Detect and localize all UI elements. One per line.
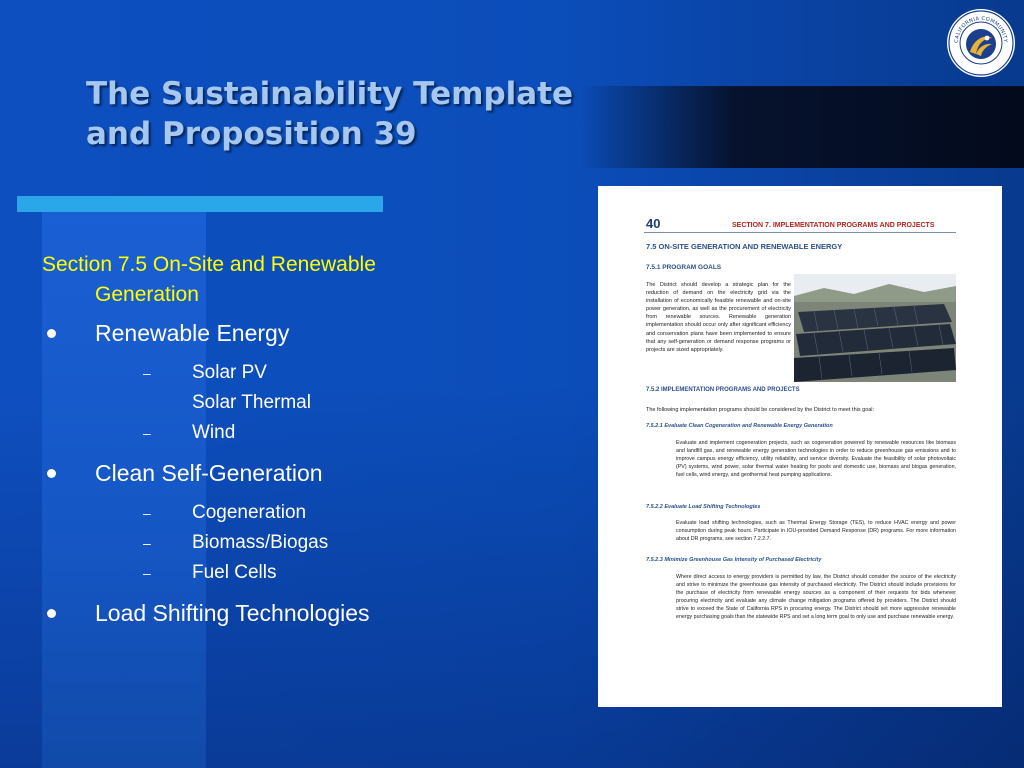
- slide-content: Section 7.5 On-Site and Renewable Genera…: [42, 250, 562, 628]
- dash-icon: –: [143, 535, 151, 551]
- sub-bullet-list: – Solar PV Solar Thermal – Wind: [95, 358, 562, 448]
- sub-bullet-item: – Biomass/Biogas: [95, 528, 562, 558]
- doc-page-number: 40: [646, 216, 661, 231]
- section-heading-line-1: Section 7.5 On-Site and Renewable: [42, 253, 376, 276]
- doc-heading-7-5: 7.5 ON-SITE GENERATION AND RENEWABLE ENE…: [646, 242, 843, 251]
- doc-section-header: SECTION 7. IMPLEMENTATION PROGRAMS AND P…: [732, 222, 935, 229]
- bullet-dot-icon: [47, 609, 56, 618]
- bullet-dot-icon: [47, 329, 56, 338]
- doc-subsection-text: Evaluate and implement cogeneration proj…: [676, 440, 956, 478]
- slide-title-line-1: The Sustainability Template: [86, 76, 574, 112]
- sub-bullet-item: – Cogeneration: [95, 498, 562, 528]
- doc-intro-text: The following implementation programs sh…: [646, 407, 875, 413]
- bullet-dot-icon: [47, 469, 56, 478]
- doc-heading-7-5-1: 7.5.1 PROGRAM GOALS: [646, 264, 722, 271]
- dash-icon: –: [143, 365, 151, 381]
- solar-panels-photo: [794, 274, 956, 382]
- bullet-label: Load Shifting Technologies: [95, 600, 370, 626]
- slide-title: The Sustainability Template and Proposit…: [86, 74, 573, 154]
- doc-subsection-text: Where direct access to energy providers …: [676, 574, 956, 620]
- dash-icon: –: [143, 425, 151, 441]
- bullet-label: Clean Self-Generation: [95, 460, 323, 486]
- sub-bullet-item: Solar Thermal: [95, 388, 562, 418]
- sub-bullet-item: – Wind: [95, 418, 562, 448]
- sub-bullet-label: Cogeneration: [192, 502, 307, 523]
- doc-subheading: 7.5.2.3 Minimize Greenhouse Gas Intensit…: [646, 557, 822, 563]
- sub-bullet-label: Solar PV: [192, 362, 267, 383]
- sub-bullet-label: Wind: [192, 422, 236, 443]
- dash-icon: –: [143, 505, 151, 521]
- california-community-colleges-seal-icon: CALIFORNIA COMMUNITY COLLEGES: [944, 4, 1016, 78]
- doc-header-rule: [644, 232, 956, 233]
- bullet-item: Load Shifting Technologies: [42, 598, 562, 628]
- bullet-label: Renewable Energy: [95, 320, 290, 346]
- sub-bullet-list: – Cogeneration – Biomass/Biogas – Fuel Cell…: [95, 498, 562, 588]
- doc-goals-paragraph: The District should develop a strategic …: [646, 282, 791, 353]
- bullet-item: Clean Self-Generation – Cogeneration – Bio…: [42, 458, 562, 588]
- sub-bullet-label: Fuel Cells: [192, 562, 277, 583]
- section-heading-line-2: Generation: [95, 283, 199, 306]
- section-heading: Section 7.5 On-Site and Renewable Genera…: [42, 250, 562, 310]
- sub-bullet-label: Biomass/Biogas: [192, 532, 329, 553]
- sub-bullet-label: Solar Thermal: [192, 392, 311, 413]
- title-underline-bar: [17, 196, 383, 212]
- sub-bullet-item: – Fuel Cells: [95, 558, 562, 588]
- doc-subheading: 7.5.2.1 Evaluate Clean Cogeneration and …: [646, 423, 833, 429]
- bullet-item: Renewable Energy – Solar PV Solar Thermal…: [42, 318, 562, 448]
- slide-title-line-2: and Proposition 39: [86, 116, 417, 152]
- title-dark-band: [580, 86, 1024, 168]
- doc-subheading: 7.5.2.2 Evaluate Load Shifting Technolog…: [646, 504, 761, 510]
- sub-bullet-item: – Solar PV: [95, 358, 562, 388]
- dash-icon: –: [143, 565, 151, 581]
- doc-heading-7-5-2: 7.5.2 IMPLEMENTATION PROGRAMS AND PROJEC…: [646, 387, 800, 393]
- doc-subsection-text: Evaluate load shifting technologies, suc…: [676, 520, 956, 542]
- bullet-list: Renewable Energy – Solar PV Solar Thermal…: [42, 318, 562, 628]
- document-page-image: 40 SECTION 7. IMPLEMENTATION PROGRAMS AN…: [598, 186, 1002, 707]
